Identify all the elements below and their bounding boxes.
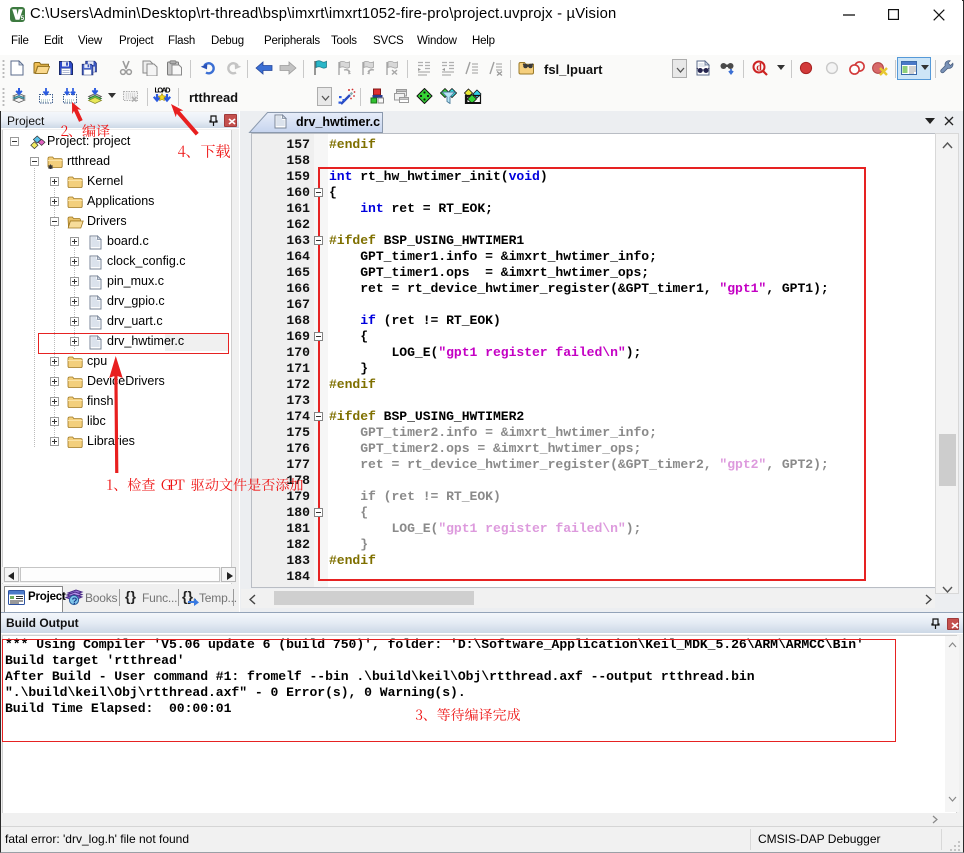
- svg-text:d: d: [756, 63, 762, 74]
- svg-text:LOAD: LOAD: [155, 86, 171, 95]
- svg-text:?: ?: [72, 596, 78, 606]
